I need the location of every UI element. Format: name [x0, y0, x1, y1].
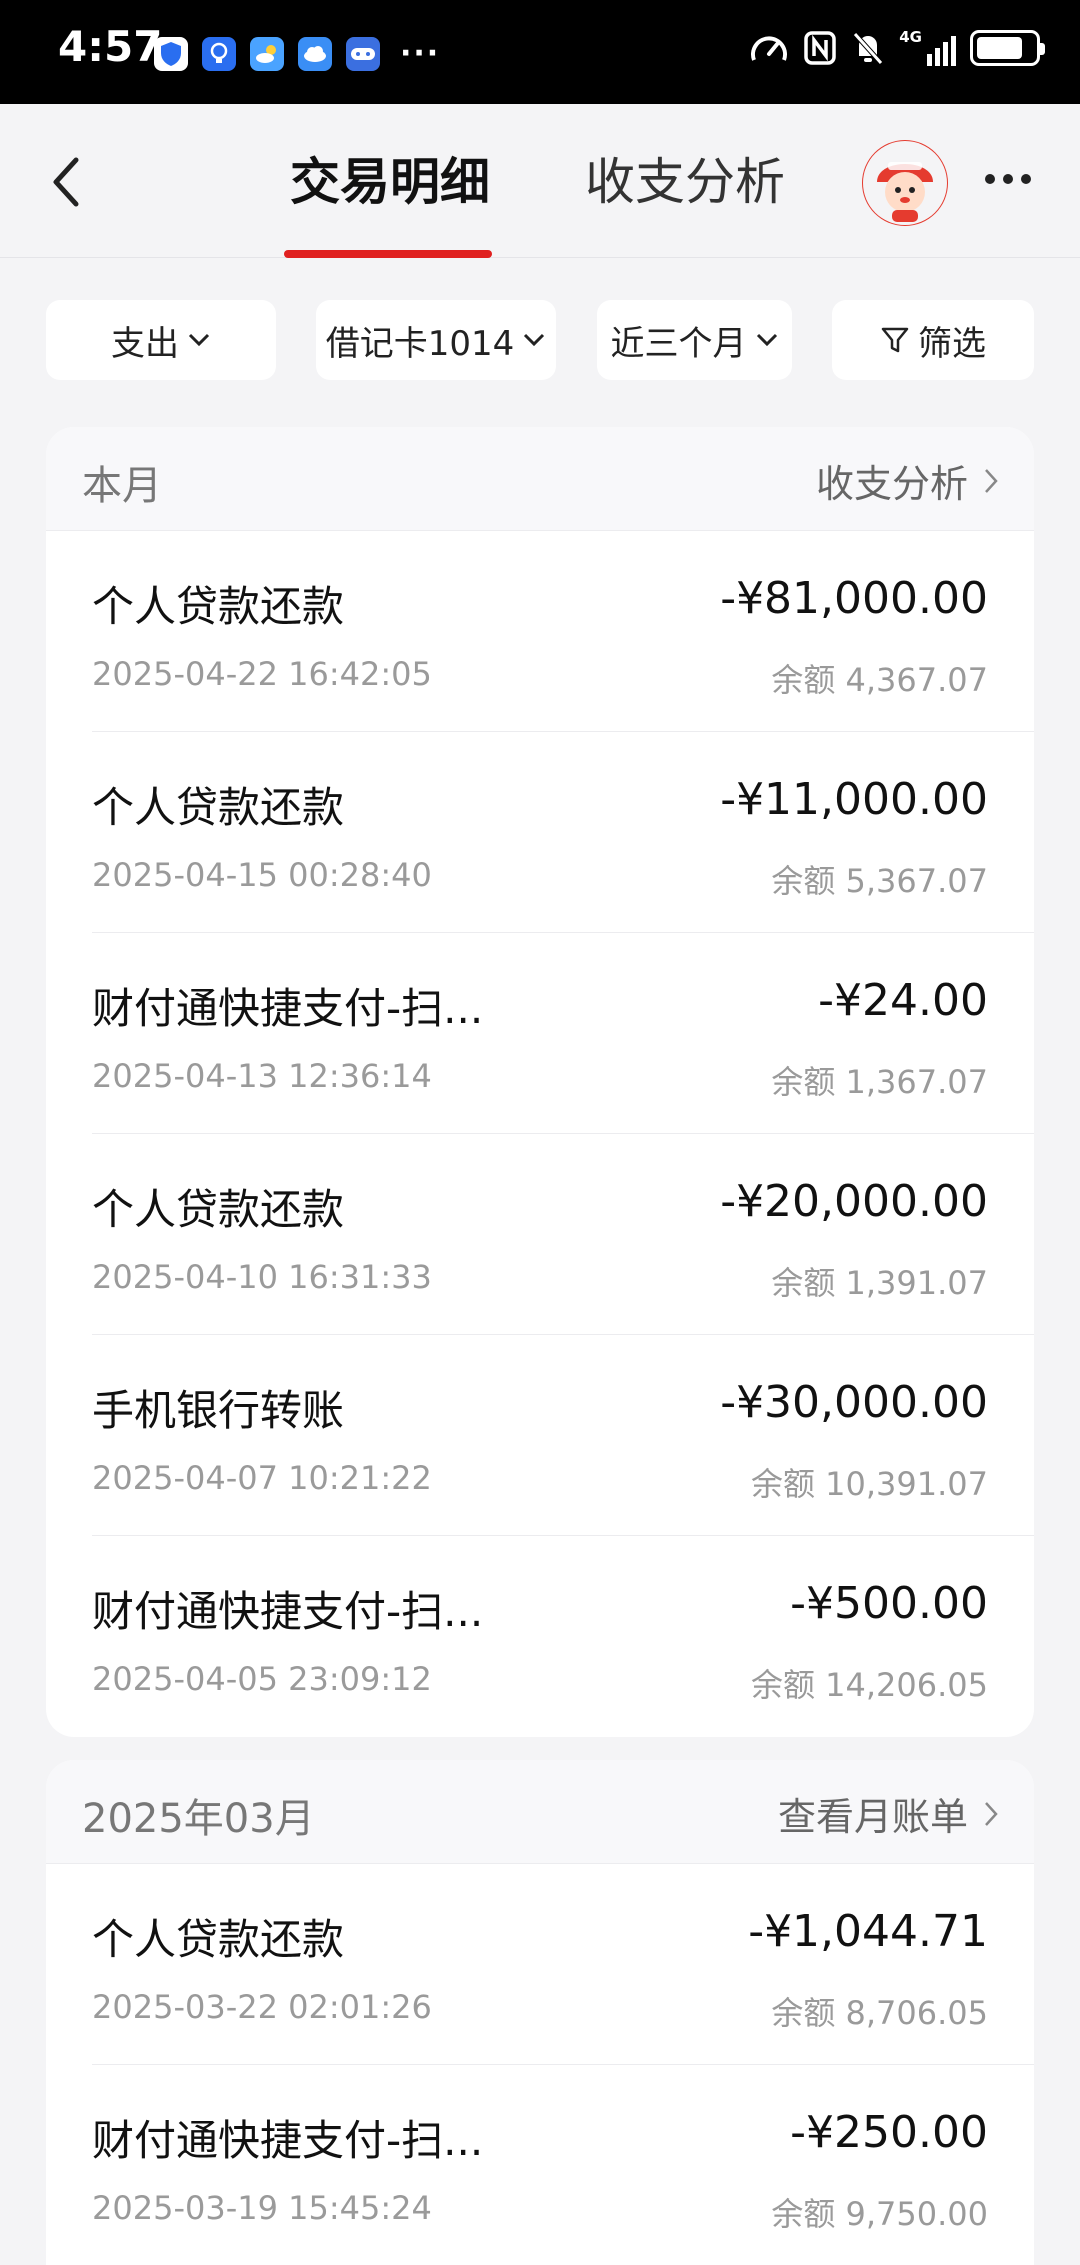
signal-bar [943, 42, 948, 66]
more-options-button[interactable] [985, 164, 1045, 194]
analysis-link[interactable]: 收支分析 [816, 453, 998, 508]
nfc-icon [804, 31, 836, 65]
active-tab-indicator [284, 250, 492, 258]
transaction-time: 2025-04-10 16:31:33 [92, 1258, 432, 1296]
transaction-name: 个人贷款还款 [92, 783, 345, 832]
status-more-indicator: ··· [400, 36, 441, 71]
transaction-time: 2025-03-22 02:01:26 [92, 1988, 432, 2026]
transaction-amount: -¥1,044.71 [748, 1906, 988, 1957]
transaction-balance: 余额 1,391.07 [771, 1264, 988, 1302]
transaction-time: 2025-04-05 23:09:12 [92, 1660, 432, 1698]
transaction-name: 个人贷款还款 [92, 1185, 345, 1234]
transaction-time: 2025-04-22 16:42:05 [92, 655, 432, 693]
mute-bell-icon [853, 32, 884, 65]
transaction-row[interactable]: 财付通快捷支付-扫... -¥500.00 2025-04-05 23:09:1… [46, 1536, 1034, 1737]
transaction-amount: -¥30,000.00 [720, 1377, 988, 1428]
system-icons: 4G [749, 30, 1045, 66]
section-2025-03: 2025年03月 查看月账单 个人贷款还款 -¥1,044.71 2025-03… [46, 1760, 1034, 2265]
battery-icon [970, 30, 1045, 66]
more-dot-icon [1003, 174, 1013, 184]
filter-button-label: 筛选 [918, 323, 986, 364]
more-dot-icon [1021, 174, 1031, 184]
transaction-name: 个人贷款还款 [92, 1915, 345, 1964]
section-header: 本月 收支分析 [46, 427, 1034, 531]
more-dot-icon [985, 174, 995, 184]
type-filter-dropdown[interactable]: 支出 [46, 300, 276, 380]
transaction-amount: -¥500.00 [790, 1578, 988, 1629]
notification-icons: ··· [154, 36, 440, 71]
analysis-link-label: 收支分析 [815, 462, 968, 506]
period-filter-label: 近三个月 [610, 323, 747, 364]
transaction-name: 财付通快捷支付-扫... [92, 2116, 484, 2165]
transaction-balance: 余额 1,367.07 [771, 1063, 988, 1101]
chevron-down-icon [524, 333, 545, 347]
tab-income-expense-analysis[interactable]: 收支分析 [585, 142, 785, 214]
transaction-row[interactable]: 个人贷款还款 -¥11,000.00 2025-04-15 00:28:40 余… [46, 732, 1034, 933]
shield-icon [154, 36, 188, 71]
chevron-down-icon [756, 333, 777, 347]
transaction-name: 个人贷款还款 [92, 582, 345, 631]
cloud-icon [298, 36, 332, 71]
transaction-time: 2025-04-13 12:36:14 [92, 1057, 432, 1095]
section-header: 2025年03月 查看月账单 [46, 1760, 1034, 1864]
section-this-month: 本月 收支分析 个人贷款还款 -¥81,000.00 2025-04-22 16… [46, 427, 1034, 1737]
mascot-avatar[interactable] [862, 140, 948, 226]
signal-bar [935, 48, 940, 66]
transaction-row[interactable]: 手机银行转账 -¥30,000.00 2025-04-07 10:21:22 余… [46, 1335, 1034, 1536]
section-title: 本月 [82, 463, 162, 509]
monthly-statement-link-label: 查看月账单 [777, 1795, 968, 1839]
transaction-amount: -¥20,000.00 [720, 1176, 988, 1227]
app-header: 交易明细 收支分析 [0, 104, 1080, 258]
transaction-time: 2025-03-19 15:45:24 [92, 2189, 432, 2227]
transaction-row[interactable]: 财付通快捷支付-扫... -¥24.00 2025-04-13 12:36:14… [46, 933, 1034, 1134]
weather-icon [250, 36, 284, 71]
transaction-balance: 余额 4,367.07 [771, 661, 988, 699]
chevron-right-icon [985, 1801, 998, 1826]
transaction-amount: -¥250.00 [790, 2107, 988, 2158]
signal-bar [927, 54, 932, 66]
funnel-icon [881, 327, 909, 353]
transaction-balance: 余额 8,706.05 [771, 1994, 988, 2032]
transaction-balance: 余额 10,391.07 [750, 1465, 988, 1503]
tab-transaction-details[interactable]: 交易明细 [290, 142, 490, 214]
transaction-name: 手机银行转账 [92, 1386, 345, 1435]
gamepad-icon [346, 36, 380, 71]
transaction-row[interactable]: 财付通快捷支付-扫... -¥250.00 2025-03-19 15:45:2… [46, 2065, 1034, 2265]
account-filter-label: 借记卡1014 [325, 323, 515, 364]
bulb-icon [202, 36, 236, 71]
back-arrow-icon [53, 157, 79, 207]
monthly-statement-link[interactable]: 查看月账单 [778, 1786, 998, 1841]
transaction-time: 2025-04-07 10:21:22 [92, 1459, 432, 1497]
period-filter-dropdown[interactable]: 近三个月 [597, 300, 792, 380]
signal-indicator: 4G [899, 30, 956, 66]
transaction-amount: -¥81,000.00 [720, 573, 988, 624]
filter-bar: 支出 借记卡1014 近三个月 筛选 [0, 300, 1080, 380]
transaction-row[interactable]: 个人贷款还款 -¥1,044.71 2025-03-22 02:01:26 余额… [46, 1864, 1034, 2065]
transaction-balance: 余额 5,367.07 [771, 862, 988, 900]
transaction-balance: 余额 14,206.05 [750, 1666, 988, 1704]
signal-bar [951, 36, 956, 66]
transaction-time: 2025-04-15 00:28:40 [92, 856, 432, 894]
transaction-amount: -¥24.00 [818, 975, 988, 1026]
speedometer-icon [751, 36, 788, 61]
network-type-label: 4G [899, 28, 922, 46]
back-button[interactable] [46, 152, 96, 212]
type-filter-label: 支出 [111, 323, 179, 364]
filter-button[interactable]: 筛选 [832, 300, 1034, 380]
transaction-balance: 余额 9,750.00 [771, 2195, 988, 2233]
transaction-name: 财付通快捷支付-扫... [92, 984, 484, 1033]
section-title: 2025年03月 [82, 1796, 315, 1842]
account-filter-dropdown[interactable]: 借记卡1014 [316, 300, 556, 380]
status-bar: 4:57 ··· 4G [0, 0, 1080, 104]
status-time: 4:57 [58, 22, 163, 71]
transaction-name: 财付通快捷支付-扫... [92, 1587, 484, 1636]
chevron-down-icon [188, 333, 210, 347]
transaction-row[interactable]: 个人贷款还款 -¥20,000.00 2025-04-10 16:31:33 余… [46, 1134, 1034, 1335]
transaction-row[interactable]: 个人贷款还款 -¥81,000.00 2025-04-22 16:42:05 余… [46, 531, 1034, 732]
transaction-amount: -¥11,000.00 [720, 774, 988, 825]
chevron-right-icon [985, 468, 998, 493]
